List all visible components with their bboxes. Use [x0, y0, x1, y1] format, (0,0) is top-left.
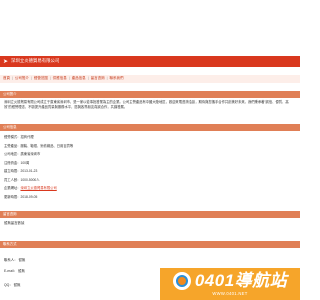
info-row-mode: 經營模式：招商代理	[4, 135, 34, 139]
info-row-updated: 更新時間：2018-09-05	[4, 194, 38, 199]
nav-separator: |	[12, 76, 13, 81]
info-row-founded: 建立時間：2013-01-23	[4, 169, 38, 173]
info-row-capital: 注冊資金：100萬	[4, 160, 30, 165]
logo-icon	[172, 271, 191, 290]
section-head-info: 公司信息	[0, 124, 300, 131]
nav-item-message[interactable]: 留言咨詢	[91, 77, 105, 81]
section-title-profile: 公司簡介	[3, 91, 17, 96]
nav-separator: |	[49, 76, 51, 81]
nav-item-home[interactable]: 首頁	[3, 77, 10, 81]
nav-separator: |	[68, 76, 70, 81]
nav-item-contact[interactable]: 聯系我們	[110, 77, 124, 81]
section-title-info: 公司信息	[3, 124, 17, 129]
nav-separator: |	[30, 76, 32, 81]
section-title-contact: 聯系方式	[3, 241, 17, 246]
message-empty-text: 暫無留言數據	[4, 221, 25, 225]
info-row-region: 公司地區：廣東省深圳市	[4, 152, 41, 156]
nav-item-scope[interactable]: 經營范圍	[34, 77, 48, 81]
info-row-products: 主營產品：服裝、鞋帽、針紡織品、日用百貨等	[4, 143, 74, 148]
watermark-main: 0401導航站	[172, 271, 288, 291]
section-head-contact: 聯系方式	[0, 241, 300, 248]
page: ➤ 深圳立炎德貿易有限公司 首頁 | 公司簡介 | 經營范圍 | 供應信息 | …	[0, 0, 300, 300]
nav-item-products[interactable]: 產品信息	[72, 77, 86, 81]
nav-separator: |	[87, 76, 89, 81]
watermark-banner: 0401導航站 WWW.0401.NET	[160, 268, 300, 300]
nav-item-supply[interactable]: 供應信息	[53, 77, 67, 81]
website-link[interactable]: 深圳立炎德貿易有限公司	[20, 186, 56, 190]
nav-bar: 首頁 | 公司簡介 | 經營范圍 | 供應信息 | 產品信息 | 留言咨詢 | …	[0, 75, 300, 83]
info-row-employees: 員工人數：1000-5000人	[4, 177, 40, 182]
nav-item-about[interactable]: 公司簡介	[15, 77, 29, 81]
info-list: 經營模式：招商代理 主營產品：服裝、鞋帽、針紡織品、日用百貨等 公司地區：廣東省…	[4, 133, 296, 201]
page-title: 深圳立炎德貿易有限公司	[11, 58, 60, 64]
contact-qq: QQ： 暫無	[4, 283, 21, 287]
profile-text: 深圳立炎德貿易有限公司成立于廣東省深圳市，是一家以從事批發業為主的企業。公司主營…	[4, 100, 289, 109]
title-bar: ➤ 深圳立炎德貿易有限公司	[0, 56, 300, 67]
contact-email: E-mail： 暫無	[4, 269, 25, 273]
arrow-right-icon: ➤	[3, 58, 9, 65]
watermark-title: 0401導航站	[194, 271, 288, 291]
nav-separator: |	[106, 76, 108, 81]
contact-person: 聯系人： 暫無	[4, 258, 26, 262]
section-head-message: 留言咨詢	[0, 211, 300, 218]
section-head-profile: 公司簡介	[0, 91, 300, 98]
section-title-message: 留言咨詢	[3, 211, 17, 216]
info-row-website: 企業網址：深圳立炎德貿易有限公司	[4, 186, 57, 190]
watermark-subtitle: WWW.0401.NET	[212, 290, 248, 296]
